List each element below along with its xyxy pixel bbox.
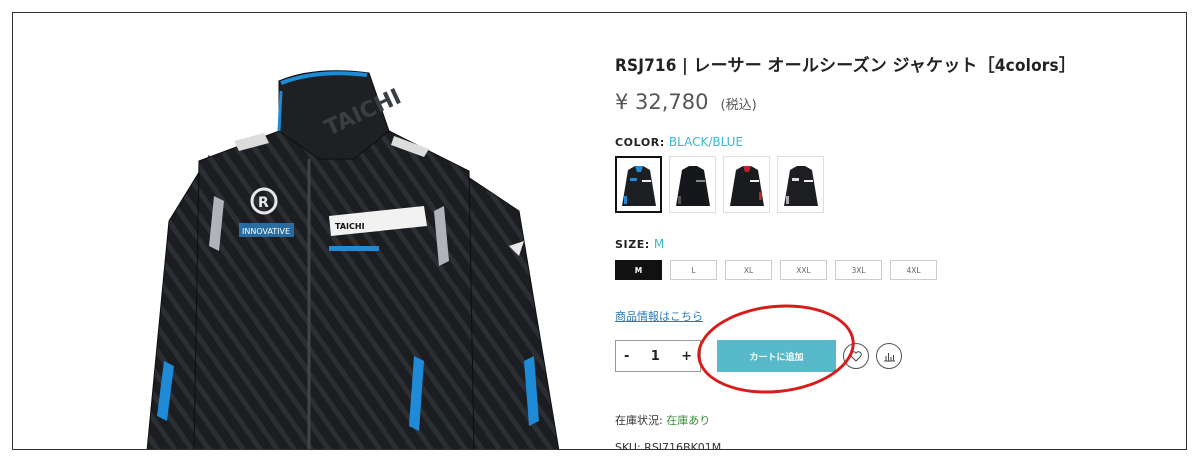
- quantity-stepper: - 1 +: [615, 340, 701, 372]
- sku-value: RSJ716BK01M: [644, 441, 722, 450]
- color-swatch-black-white[interactable]: [777, 156, 824, 213]
- cart-row: - 1 + カートに追加: [615, 340, 902, 372]
- size-button-xxl[interactable]: XXL: [780, 260, 827, 280]
- svg-text:R: R: [258, 195, 269, 211]
- product-title: RSJ716 | レーサー オールシーズン ジャケット［4colors］: [615, 56, 1077, 76]
- price-row: ¥ 32,780 (税込): [615, 90, 1175, 114]
- color-swatches: [615, 156, 1175, 213]
- sku-line: SKU: RSJ716BK01M: [615, 441, 722, 450]
- compare-chart-icon: [883, 352, 895, 361]
- compare-button[interactable]: [876, 343, 902, 369]
- jacket-thumbnail-black-red: [729, 165, 764, 206]
- stock-label: 在庫状況:: [615, 414, 663, 427]
- svg-text:INNOVATIVE: INNOVATIVE: [242, 227, 290, 236]
- product-price: ¥ 32,780: [615, 90, 709, 114]
- product-info: RSJ716 | レーサー オールシーズン ジャケット［4colors］ ¥ 3…: [615, 51, 1175, 449]
- product-info-link[interactable]: 商品情報はこちら: [615, 308, 703, 324]
- size-label: SIZE:: [615, 238, 650, 251]
- quantity-value[interactable]: 1: [651, 349, 660, 364]
- color-swatch-black[interactable]: [669, 156, 716, 213]
- quantity-decrease-button[interactable]: -: [624, 349, 629, 364]
- wishlist-button[interactable]: [843, 343, 869, 369]
- size-button-l[interactable]: L: [670, 260, 717, 280]
- heart-icon: [850, 350, 862, 362]
- size-button-4xl[interactable]: 4XL: [890, 260, 937, 280]
- size-option: SIZE: M M L XL XXL 3XL 4XL: [615, 233, 1175, 280]
- quantity-increase-button[interactable]: +: [681, 349, 692, 364]
- product-main-image[interactable]: TAICHI R INNOVATIVE TAICHI: [139, 61, 579, 449]
- svg-text:TAICHI: TAICHI: [335, 222, 365, 231]
- size-button-m[interactable]: M: [615, 260, 662, 280]
- color-label: COLOR:: [615, 136, 665, 149]
- jacket-thumbnail-black-blue: [621, 165, 656, 206]
- size-button-3xl[interactable]: 3XL: [835, 260, 882, 280]
- stock-value: 在庫あり: [666, 414, 711, 427]
- color-swatch-black-blue[interactable]: [615, 156, 662, 213]
- size-button-xl[interactable]: XL: [725, 260, 772, 280]
- size-buttons: M L XL XXL 3XL 4XL: [615, 260, 1175, 280]
- color-selected-value: BLACK/BLUE: [668, 135, 744, 149]
- color-swatch-black-red[interactable]: [723, 156, 770, 213]
- jacket-thumbnail-black: [675, 165, 710, 206]
- jacket-image: TAICHI R INNOVATIVE TAICHI: [146, 70, 560, 449]
- jacket-thumbnail-black-white: [783, 165, 818, 206]
- product-panel: TAICHI R INNOVATIVE TAICHI RSJ716 | レーサー…: [12, 12, 1187, 450]
- color-option: COLOR: BLACK/BLUE: [615, 131, 1175, 213]
- stock-status: 在庫状況: 在庫あり: [615, 412, 710, 428]
- add-to-cart-button[interactable]: カートに追加: [717, 340, 836, 372]
- sku-label: SKU:: [615, 441, 641, 450]
- tax-note: (税込): [720, 98, 757, 113]
- size-selected-value: M: [653, 237, 665, 251]
